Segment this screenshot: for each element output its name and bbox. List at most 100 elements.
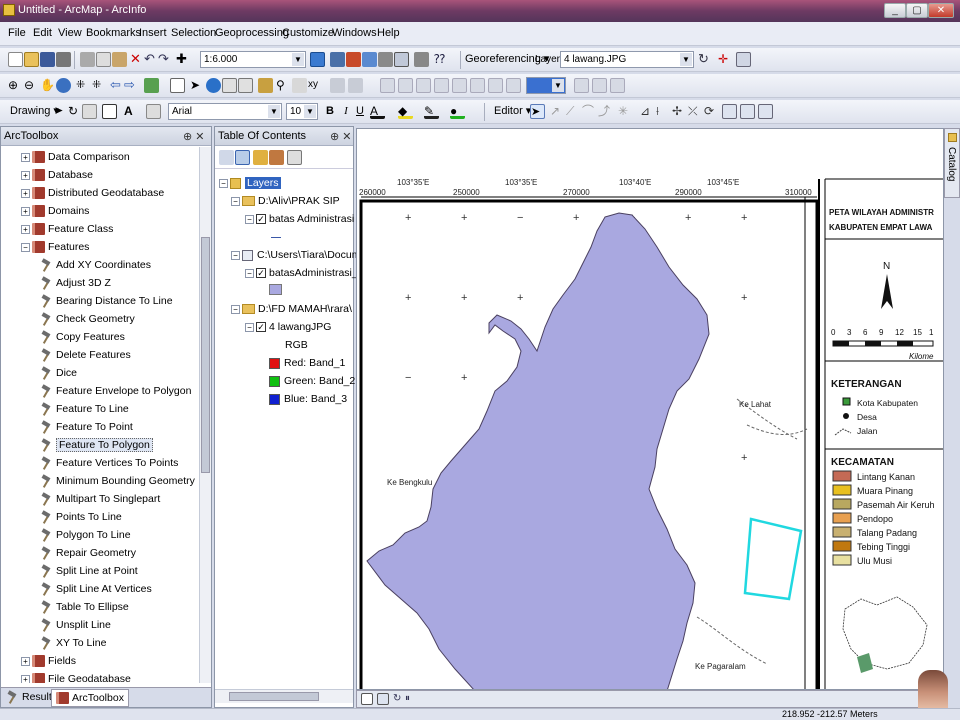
tool-item[interactable]: Check Geometry [41,311,135,329]
tool-item[interactable]: Split Line At Vertices [41,581,152,599]
identify-icon[interactable] [206,78,221,93]
edit-vertices-tool-icon[interactable]: ⊿ [640,104,655,119]
forward-extent-icon[interactable]: ⇨ [124,78,139,93]
font-name-combo[interactable]: Arial ▼ [168,103,282,120]
scrollbar-thumb[interactable] [201,237,210,473]
collapse-icon[interactable]: − [21,242,30,252]
toc-group-3[interactable]: − D:\FD MAMAH\rara\ [231,301,352,317]
toc-group-1[interactable]: − D:\Aliv\PRAK SIP [231,193,340,209]
full-extent-icon[interactable] [56,78,71,93]
select-elements-icon[interactable]: ➤ [190,78,205,93]
cut-polygons-icon[interactable]: ✢ [672,104,687,119]
drawing-menu[interactable]: Drawing ▾ [10,103,59,120]
maximize-button[interactable]: ▢ [906,3,928,18]
scrollbar-thumb[interactable] [229,692,319,701]
collapse-icon[interactable]: − [219,178,228,188]
toc-hscrollbar[interactable] [215,689,353,703]
undo-icon[interactable]: ↶ [142,52,157,67]
tool-item[interactable]: Repair Geometry [41,545,136,563]
back-extent-icon[interactable]: ⇦ [110,78,125,93]
tool-item[interactable]: Feature Envelope to Polygon [41,383,191,401]
tab-arctoolbox[interactable]: ArcToolbox [51,689,129,707]
collapse-icon[interactable]: − [231,304,240,314]
arctoolbox-pin-close[interactable]: ⊕ ✕ [183,128,205,146]
swipe-icon[interactable] [574,78,589,93]
copy-icon[interactable] [96,52,111,67]
hyperlink-icon[interactable] [238,78,253,93]
menu-bookmarks[interactable]: Bookmarks [86,27,141,39]
clear-selection-icon[interactable] [170,78,185,93]
catalog-window-icon[interactable] [362,52,377,67]
tool-item[interactable]: Minimum Bounding Geometry [41,473,195,491]
tool-item[interactable]: Dice [41,365,77,383]
flicker-icon[interactable] [592,78,607,93]
zoom-to-selected-icon[interactable] [82,104,97,119]
menu-selection[interactable]: Selection [171,27,216,39]
toolset-item[interactable]: + Fields [21,653,76,671]
rectangle-icon[interactable] [102,104,117,119]
trace-icon[interactable]: ⤴ [598,104,613,119]
bold-button[interactable]: B [324,103,336,120]
underline-button[interactable]: U [354,103,366,120]
effects-icon[interactable] [610,78,625,93]
arctoolbox-icon[interactable] [346,52,361,67]
tool-item[interactable]: Multipart To Singlepart [41,491,160,509]
editor-menu[interactable]: Editor ▾ [494,103,531,120]
redo-icon[interactable]: ↷ [156,52,171,67]
menu-file[interactable]: File [8,27,26,39]
layer-visibility-checkbox[interactable]: ✓ [256,268,266,279]
toc-window-icon[interactable] [330,52,345,67]
list-by-source-icon[interactable] [235,150,250,165]
toc-layer-3[interactable]: − ✓ 4 lawangJPG [245,319,331,335]
zoom-out-icon[interactable]: ⊖ [24,78,39,93]
tool-item[interactable]: Feature To Line [41,401,129,419]
line-color-icon[interactable]: ✎ [424,104,439,119]
font-size-combo[interactable]: 10 ▼ [286,103,318,120]
reshape-icon[interactable]: ⟊ [656,104,671,119]
fixed-zoom-out-icon[interactable]: ⁜ [92,78,107,93]
tool-item[interactable]: Points To Line [41,509,122,527]
georef-tool-3-icon[interactable] [416,78,431,93]
list-by-selection-icon[interactable] [269,150,284,165]
toc-group-2[interactable]: − C:\Users\Tiara\Documen [231,247,372,263]
tool-item[interactable]: Feature Vertices To Points [41,455,178,473]
delete-icon[interactable]: ✕ [128,52,143,67]
toc-root[interactable]: − Layers [219,175,281,191]
toolset-item[interactable]: + Domains [21,203,89,221]
whats-this-icon[interactable]: ⁇ [434,52,449,67]
list-by-drawing-order-icon[interactable] [219,150,234,165]
georef-tool-2-icon[interactable] [398,78,413,93]
rotate-tool-icon[interactable]: ⟳ [704,104,719,119]
find-route-icon[interactable] [292,78,307,93]
tool-item[interactable]: Split Line at Point [41,563,138,581]
tool-item[interactable]: Bearing Distance To Line [41,293,173,311]
paste-icon[interactable] [112,52,127,67]
toc-layer-1[interactable]: − ✓ batas Administrasi [245,211,354,227]
open-folder-icon[interactable] [24,52,39,67]
expand-icon[interactable]: + [21,674,30,683]
select-elements-icon[interactable]: ➤ [54,104,69,119]
view-link-table-icon[interactable] [736,52,751,67]
add-data-icon[interactable]: ✚ [174,52,189,67]
attributes-icon[interactable] [722,104,737,119]
tool-item[interactable]: Adjust 3D Z [41,275,111,293]
collapse-icon[interactable]: − [231,250,240,260]
map-scale-combo[interactable]: 1:6.000 ▼ [200,51,306,68]
georef-layer-combo[interactable]: 4 lawang.JPG ▼ [560,51,694,68]
font-color-icon[interactable]: A [370,104,385,119]
map-canvas[interactable]: 260000 250000 270000 103°40'E 290000 310… [357,129,944,690]
zoom-in-icon[interactable]: ⊕ [8,78,23,93]
expand-icon[interactable]: + [21,152,30,162]
menu-help[interactable]: Help [377,27,400,39]
tool-item[interactable]: Polygon To Line [41,527,131,545]
map-view[interactable]: 260000 250000 270000 103°40'E 290000 310… [356,128,944,690]
model-builder-icon[interactable] [414,52,429,67]
html-popup-icon[interactable] [222,78,237,93]
georef-tool-5-icon[interactable] [452,78,467,93]
toolset-item[interactable]: + Data Comparison [21,149,130,167]
data-view-icon[interactable] [361,693,373,705]
edit-annotation-icon[interactable]: ↗ [550,104,565,119]
transparency-combo[interactable]: ▼ [526,77,566,94]
tool-item[interactable]: Table To Ellipse [41,599,129,617]
tool-item[interactable]: Unsplit Line [41,617,111,635]
